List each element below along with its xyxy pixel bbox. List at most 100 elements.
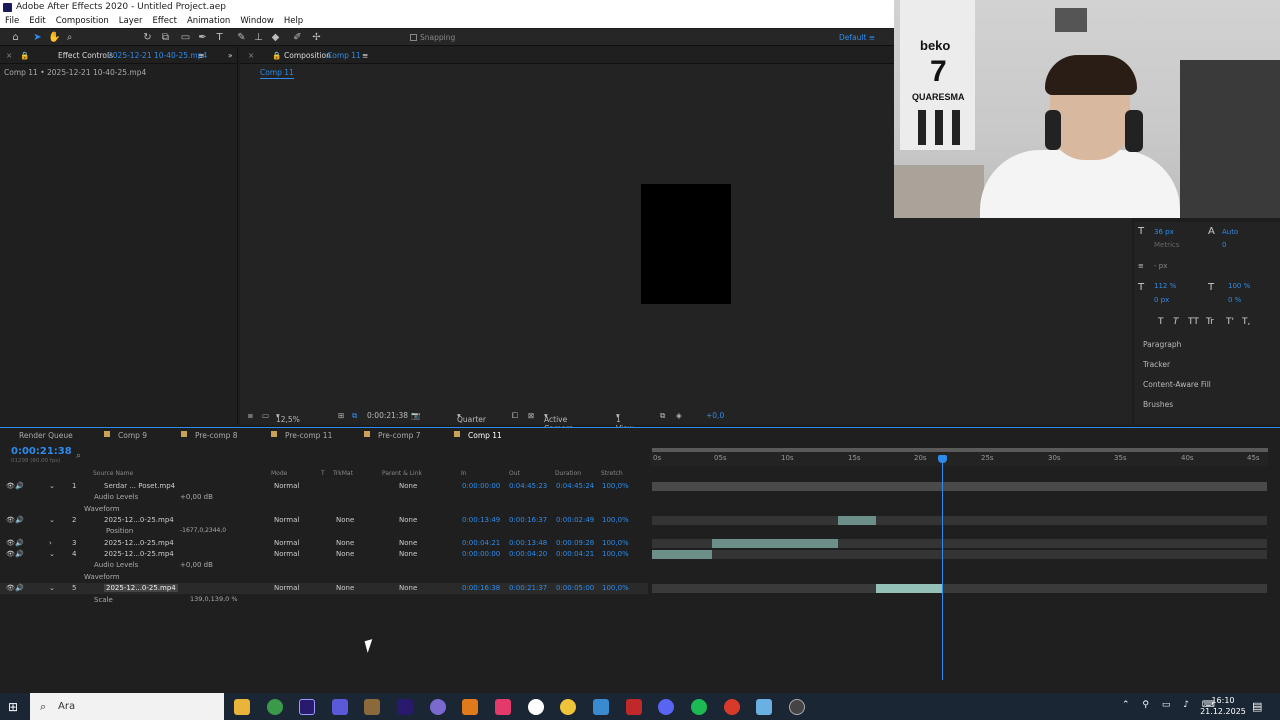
- close-icon[interactable]: ×: [6, 47, 12, 64]
- layer-row-selected[interactable]: 👁 🔊 ⌄ 5 2025-12...0-25.mp4 Normal None N…: [0, 583, 648, 594]
- col-parent-link[interactable]: Parent & Link: [382, 470, 422, 477]
- layer-duration[interactable]: 0:00:02:49: [556, 516, 594, 524]
- layer-bar-selected[interactable]: [876, 584, 942, 593]
- composition-title[interactable]: Composition: [284, 47, 331, 64]
- layer-bar[interactable]: [838, 516, 876, 525]
- search-icon[interactable]: ⌕: [76, 451, 81, 461]
- layer-mode[interactable]: Normal: [274, 482, 299, 490]
- tsume-value[interactable]: 0 %: [1228, 296, 1241, 304]
- app-icon[interactable]: [364, 699, 380, 715]
- menu-effect[interactable]: Effect: [148, 15, 182, 28]
- layer-row[interactable]: 👁 🔊 › 3 2025-12...0-25.mp4 Normal None N…: [0, 538, 648, 549]
- layer-duration[interactable]: 0:00:05:00: [556, 584, 594, 592]
- layer-out[interactable]: 0:00:21:37: [509, 584, 547, 592]
- layer-name[interactable]: 2025-12...0-25.mp4: [104, 550, 174, 558]
- visibility-icon[interactable]: 👁: [6, 482, 15, 490]
- visibility-icon[interactable]: 👁: [6, 584, 15, 592]
- rectangle-tool-icon[interactable]: ▭: [180, 32, 191, 43]
- layer-bar[interactable]: [652, 482, 1267, 491]
- layer-parent[interactable]: None: [399, 550, 417, 558]
- vlc-icon[interactable]: [462, 699, 478, 715]
- layer-row[interactable]: 👁 🔊 ⌄ 4 2025-12...0-25.mp4 Normal None N…: [0, 549, 648, 560]
- layer-stretch[interactable]: 100,0%: [602, 482, 629, 490]
- type-tool-icon[interactable]: T: [214, 32, 225, 43]
- view-layout-dropdown[interactable]: 1 View ▾: [616, 411, 634, 433]
- layer-in[interactable]: 0:00:04:21: [462, 539, 500, 547]
- collapse-chevron-icon[interactable]: ⌄: [49, 516, 55, 524]
- time-ruler[interactable]: [650, 452, 1268, 466]
- chrome-icon[interactable]: [267, 699, 283, 715]
- reset-exposure-icon[interactable]: ◈: [676, 411, 682, 420]
- visibility-icon[interactable]: 👁: [6, 550, 15, 558]
- col-in[interactable]: In: [461, 470, 467, 477]
- layer-trkmat[interactable]: None: [336, 516, 354, 524]
- capcut-icon[interactable]: [495, 699, 511, 715]
- eraser-tool-icon[interactable]: ◆: [270, 32, 281, 43]
- taskbar-search-input[interactable]: ⌕ Ara: [30, 693, 224, 720]
- scale-value[interactable]: 139,0,139,0 %: [190, 595, 238, 603]
- collapse-chevron-icon[interactable]: ⌄: [49, 584, 55, 592]
- layer-in[interactable]: 0:00:00:00: [462, 482, 500, 490]
- layer-row[interactable]: 👁 🔊 ⌄ 1 Serdar ... Poset.mp4 Normal None…: [0, 481, 648, 492]
- layer-out[interactable]: 0:00:16:37: [509, 516, 547, 524]
- layer-in[interactable]: 0:00:16:38: [462, 584, 500, 592]
- collapse-chevron-icon[interactable]: ⌄: [49, 550, 55, 558]
- audio-icon[interactable]: 🔊: [15, 550, 24, 558]
- scale-prop[interactable]: Scale: [94, 596, 113, 604]
- tracker-panel-header[interactable]: Tracker: [1143, 360, 1170, 369]
- expand-chevron-icon[interactable]: ›: [49, 539, 52, 547]
- taskbar-clock[interactable]: 16:10 21.12.2025: [1200, 695, 1246, 717]
- current-time-display[interactable]: 0:00:21:38: [367, 411, 408, 420]
- layer-duration[interactable]: 0:00:04:21: [556, 550, 594, 558]
- close-icon[interactable]: ×: [248, 47, 254, 64]
- tab-pre-comp-11[interactable]: Pre-comp 11: [285, 431, 332, 440]
- camera-dropdown[interactable]: Active Camera ▾: [544, 411, 573, 433]
- clone-stamp-tool-icon[interactable]: ⊥: [253, 32, 264, 43]
- hand-tool-icon[interactable]: ✋: [48, 32, 60, 43]
- horizontal-scale-value[interactable]: 100 %: [1228, 282, 1250, 290]
- menu-animation[interactable]: Animation: [182, 15, 235, 28]
- visibility-icon[interactable]: 👁: [6, 516, 15, 524]
- panel-menu-icon[interactable]: ≡: [362, 47, 368, 64]
- position-value[interactable]: -1677,0,2344,0: [180, 527, 226, 534]
- layer-stretch[interactable]: 100,0%: [602, 539, 629, 547]
- monitor-icon[interactable]: ▭: [262, 411, 269, 420]
- tab-comp-9[interactable]: Comp 9: [118, 431, 147, 440]
- layer-parent[interactable]: None: [399, 539, 417, 547]
- always-preview-icon[interactable]: ⧈: [248, 411, 253, 421]
- vpn-shield-icon[interactable]: [332, 699, 348, 715]
- layer-in[interactable]: 0:00:13:49: [462, 516, 500, 524]
- layer-out[interactable]: 0:04:45:23: [509, 482, 547, 490]
- col-source-name[interactable]: Source Name: [93, 470, 133, 477]
- font-size-value[interactable]: 36 px: [1154, 228, 1174, 236]
- col-trkmat[interactable]: TrkMat: [333, 470, 353, 477]
- layer-out[interactable]: 0:00:13:48: [509, 539, 547, 547]
- audio-levels-prop[interactable]: Audio Levels: [94, 493, 138, 501]
- resolution-dropdown[interactable]: Quarter ▾: [457, 411, 486, 424]
- app-dark-icon[interactable]: [789, 699, 805, 715]
- layer-parent[interactable]: None: [399, 516, 417, 524]
- audio-levels-prop[interactable]: Audio Levels: [94, 561, 138, 569]
- layer-parent[interactable]: None: [399, 584, 417, 592]
- playhead-handle[interactable]: [938, 455, 947, 463]
- layer-trkmat[interactable]: None: [336, 584, 354, 592]
- menu-window[interactable]: Window: [235, 15, 279, 28]
- all-caps-button[interactable]: TT: [1188, 317, 1199, 327]
- pen-tool-icon[interactable]: ✒: [197, 32, 208, 43]
- transparency-grid-icon[interactable]: ⊠: [528, 411, 534, 420]
- spotify-icon[interactable]: [691, 699, 707, 715]
- small-caps-button[interactable]: Tr: [1206, 317, 1214, 327]
- effect-controls-title[interactable]: Effect Controls: [58, 47, 113, 64]
- after-effects-taskbar-icon[interactable]: [299, 699, 315, 715]
- toggle-pixel-icon[interactable]: ⧉: [660, 411, 665, 421]
- audio-icon[interactable]: 🔊: [15, 516, 24, 524]
- zoom-dropdown[interactable]: 12,5% ▾: [276, 411, 300, 424]
- comp-flowchart-tab[interactable]: Comp 11: [260, 68, 294, 79]
- app-orange-icon[interactable]: [724, 699, 740, 715]
- audio-icon[interactable]: 🔊: [15, 539, 24, 547]
- layer-parent[interactable]: None: [399, 482, 417, 490]
- layer-name[interactable]: 2025-12...0-25.mp4: [104, 584, 178, 592]
- baseline-shift-value[interactable]: 0 px: [1154, 296, 1169, 304]
- app-red-icon[interactable]: [626, 699, 642, 715]
- tab-pre-comp-8[interactable]: Pre-comp 8: [195, 431, 238, 440]
